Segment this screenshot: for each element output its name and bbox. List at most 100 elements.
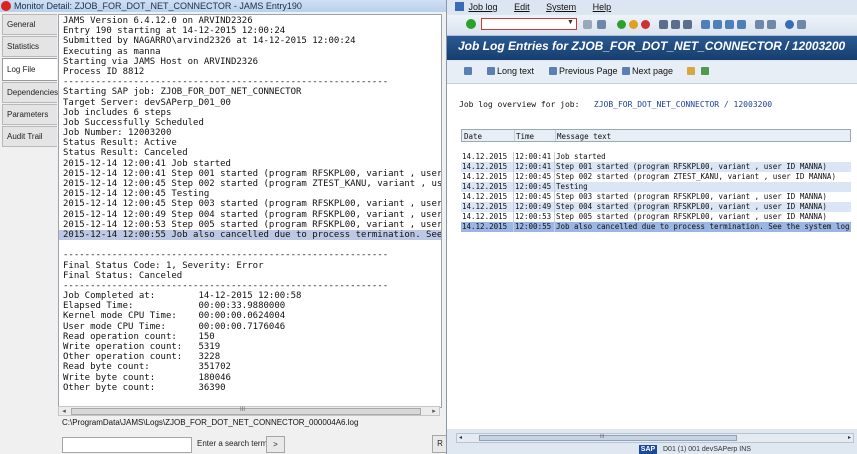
log-line: Job includes 6 steps (63, 107, 172, 118)
log-line: Other byte count: 36390 (63, 382, 226, 393)
shortcut-icon[interactable] (767, 20, 776, 29)
log-line: 2015-12-14 12:00:45 Testing (63, 189, 210, 200)
log-line: Target Server: devSAPerp_D01_00 (63, 97, 231, 108)
new-session-icon[interactable] (755, 20, 764, 29)
scroll-grip-icon: III (600, 434, 605, 440)
job-log-table: Date Time Message text 14.12.2015 12:00:4… (461, 129, 851, 232)
table-row[interactable]: 14.12.2015 12:00:53 Step 005 started (prog… (461, 212, 851, 222)
sap-scroll-thumb[interactable]: III (479, 434, 737, 441)
column-header-time[interactable]: Time (514, 130, 554, 141)
menu-edit[interactable]: Edit (514, 0, 530, 14)
tab-statistics[interactable]: Statistics (2, 36, 57, 57)
log-line: Starting SAP job: ZJOB_FOR_DOT_NET_CONNE… (63, 87, 302, 98)
table-row[interactable]: 14.12.2015 12:00:45 Testing (461, 182, 851, 192)
sap-menu-icon[interactable] (455, 2, 464, 12)
sap-job-log-content: Job log overview for job: ZJOB_FOR_DOT_N… (447, 84, 857, 429)
long-text-button[interactable]: Long text (487, 66, 534, 76)
find-icon[interactable] (671, 20, 680, 29)
log-line: Final Status Code: 1, Severity: Error (63, 260, 264, 271)
refresh-button[interactable] (464, 66, 474, 76)
column-header-date[interactable]: Date (463, 130, 512, 141)
table-row[interactable]: 14.12.2015 12:00:41 Job started (461, 152, 851, 162)
table-row[interactable]: 14.12.2015 12:00:45 Step 003 started (prog… (461, 192, 851, 202)
jams-log-lines: JAMS Version 6.4.12.0 on ARVIND2326 Entry… (59, 15, 441, 393)
menu-system[interactable]: System (546, 0, 576, 14)
log-line: Job Completed at: 14-12-2015 12:00:58 (63, 291, 302, 302)
tab-log-file[interactable]: Log File (2, 58, 57, 81)
export-icon (701, 66, 709, 75)
cell-date: 14.12.2015 (462, 162, 508, 171)
tab-parameters[interactable]: Parameters (2, 104, 57, 125)
log-line: Final Status: Canceled (63, 270, 183, 281)
jams-scroll-thumb[interactable]: III (71, 407, 421, 415)
cell-time: 12:00:55 (513, 222, 552, 232)
jams-horizontal-scrollbar[interactable]: ◂ III ▸ (58, 406, 440, 416)
table-row[interactable]: 14.12.2015 12:00:49 Step 004 started (prog… (461, 202, 851, 212)
previous-page-button[interactable]: Previous Page (549, 66, 618, 76)
exit-icon[interactable] (629, 20, 638, 29)
layout-grid-button[interactable] (687, 66, 697, 76)
column-header-message[interactable]: Message text (555, 130, 850, 141)
cell-message: Step 004 started (program RFSKPL00, vari… (554, 202, 851, 212)
overview-job-name: ZJOB_FOR_DOT_NET_CONNECTOR / 12003200 (593, 100, 773, 109)
back-double-chevron-icon[interactable] (583, 20, 592, 29)
jams-search-button[interactable]: > (266, 436, 285, 453)
cell-message: Step 002 started (program ZTEST_KANU, va… (554, 172, 851, 182)
log-line: ----------------------------------------… (63, 250, 389, 261)
previous-page-icon[interactable] (713, 20, 722, 29)
jams-app-icon (1, 0, 11, 11)
jams-window-title: Monitor Detail: ZJOB_FOR_DOT_NET_CONNECT… (14, 1, 302, 11)
next-page-icon[interactable] (725, 20, 734, 29)
table-row[interactable]: 14.12.2015 12:00:45 Step 002 started (prog… (461, 172, 851, 182)
last-page-icon[interactable] (737, 20, 746, 29)
help-icon[interactable] (785, 20, 794, 29)
table-row[interactable]: 14.12.2015 12:00:41 Step 001 started (prog… (461, 162, 851, 172)
log-line: Write byte count: 180046 (63, 372, 231, 383)
jams-log-text-area[interactable]: JAMS Version 6.4.12.0 on ARVIND2326 Entry… (58, 14, 442, 408)
find-next-icon[interactable] (683, 20, 692, 29)
tab-general[interactable]: General (2, 14, 57, 35)
grid-icon (687, 66, 695, 75)
tab-audit-trail[interactable]: Audit Trail (2, 126, 57, 147)
back-icon[interactable] (617, 20, 626, 29)
scroll-right-arrow-icon[interactable]: ▸ (848, 434, 851, 442)
sap-horizontal-scrollbar[interactable]: ◂ III ▸ (456, 433, 854, 443)
print-icon[interactable] (659, 20, 668, 29)
log-line: 2015-12-14 12:00:53 Step 005 started (pr… (63, 219, 441, 230)
cell-date: 14.12.2015 (462, 182, 508, 191)
job-log-rows: 14.12.2015 12:00:41 Job started 14.12.2015 1… (461, 152, 851, 232)
jams-search-input[interactable] (62, 437, 192, 453)
log-line: Job Successfully Scheduled (63, 117, 204, 128)
next-page-button[interactable]: Next page (622, 66, 673, 76)
menu-job-log[interactable]: Job log (469, 0, 498, 14)
command-field-input[interactable] (481, 18, 577, 30)
scroll-right-arrow-icon[interactable]: ▸ (429, 407, 439, 416)
log-line: Read operation count: 150 (63, 331, 215, 342)
cell-time: 12:00:45 (513, 172, 552, 182)
menu-help[interactable]: Help (593, 0, 612, 14)
customize-layout-icon[interactable] (797, 20, 806, 29)
enter-check-icon[interactable] (466, 19, 476, 29)
cell-date: 14.12.2015 (462, 212, 508, 221)
scroll-left-arrow-icon[interactable]: ◂ (59, 407, 69, 416)
jams-refresh-button[interactable]: R (432, 435, 446, 453)
save-icon[interactable] (597, 20, 606, 29)
sap-application-toolbar: Long text Previous Page Next page (447, 61, 857, 84)
cell-message: Job started (554, 152, 851, 162)
cell-date: 14.12.2015 (462, 192, 508, 201)
tab-dependencies[interactable]: Dependencies (2, 82, 58, 103)
log-line: 2015-12-14 12:00:45 Step 003 started (pr… (63, 199, 441, 210)
sap-standard-toolbar: ▼ (447, 15, 857, 36)
table-row-selected[interactable]: 14.12.2015 12:00:55 Job also cancelled due… (461, 222, 851, 232)
chevron-down-icon[interactable]: ▼ (567, 19, 574, 26)
cancel-icon[interactable] (641, 20, 650, 29)
system-info: D01 (1) 001 devSAPerp INS (663, 446, 751, 453)
cell-time: 12:00:45 (513, 192, 552, 202)
export-button[interactable] (701, 66, 711, 76)
scroll-left-arrow-icon[interactable]: ◂ (459, 434, 462, 442)
log-line: ----------------------------------------… (63, 280, 389, 291)
log-line: Submitted by NAGARRO\arvind2326 at 14-12… (63, 36, 356, 47)
cell-time: 12:00:49 (513, 202, 552, 212)
first-page-icon[interactable] (701, 20, 710, 29)
